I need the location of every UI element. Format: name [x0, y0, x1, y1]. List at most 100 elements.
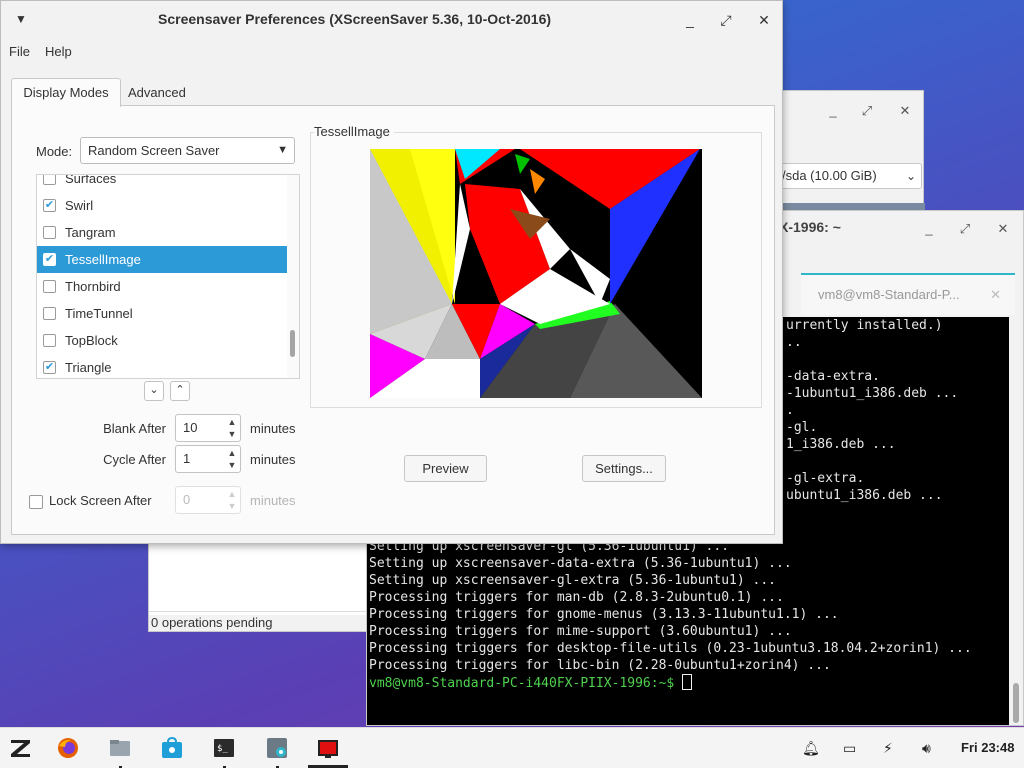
list-item-checkbox[interactable]	[43, 307, 56, 320]
tab-display-modes[interactable]: Display Modes	[11, 78, 121, 107]
list-item-label: Thornbird	[65, 279, 121, 294]
close-icon[interactable]: ✕	[755, 11, 773, 29]
cycle-after-units: minutes	[250, 452, 296, 467]
title-bar: ▼ Screensaver Preferences (XScreenSaver …	[1, 1, 782, 39]
cycle-after-label: Cycle After	[103, 452, 166, 467]
window-title: Screensaver Preferences (XScreenSaver 5.…	[158, 11, 552, 27]
decrement-icon[interactable]: ▼	[226, 459, 238, 471]
files-icon[interactable]	[109, 737, 131, 768]
display-modes-panel: Mode: Random Screen Saver ▼ Surfaces ✔ Swi…	[11, 105, 775, 535]
terminal-line: Processing triggers for mime-support (3.…	[369, 624, 792, 639]
list-item-checkbox[interactable]	[43, 226, 56, 239]
minimize-icon[interactable]: _	[681, 11, 699, 29]
zorin-menu-icon[interactable]	[8, 737, 30, 759]
screensaver-icon[interactable]	[317, 737, 339, 759]
maximize-icon[interactable]: ⤢	[859, 103, 875, 119]
list-item[interactable]: TimeTunnel	[37, 300, 287, 327]
list-item-label: Swirl	[65, 198, 94, 213]
preview-title: TessellImage	[314, 124, 394, 139]
mode-select[interactable]: Random Screen Saver ▼	[80, 137, 295, 164]
list-item-checkbox[interactable]	[43, 280, 56, 293]
list-item-checkbox[interactable]: ✔	[43, 253, 56, 266]
notifications-icon[interactable]: 🔔︎	[802, 740, 820, 757]
list-item[interactable]: Surfaces	[37, 174, 287, 192]
screensaver-preferences-window: ▼ Screensaver Preferences (XScreenSaver …	[0, 0, 783, 544]
increment-icon[interactable]: ▲	[226, 447, 238, 459]
list-item-label: Triangle	[65, 360, 112, 375]
lock-after-units: minutes	[250, 493, 296, 508]
maximize-icon[interactable]: ⤢	[717, 11, 735, 29]
list-item-label: TopBlock	[65, 333, 118, 348]
display-icon[interactable]: ▭	[843, 740, 856, 757]
minimize-icon[interactable]: _	[921, 221, 937, 237]
menu-file[interactable]: File	[9, 44, 30, 59]
terminal-line: Processing triggers for desktop-file-uti…	[369, 641, 972, 656]
settings-icon[interactable]	[266, 737, 288, 768]
list-item-checkbox[interactable]	[43, 175, 56, 185]
chevron-down-icon: ▼	[277, 144, 288, 156]
list-scrollbar[interactable]	[287, 175, 299, 378]
list-item[interactable]: ✔ TessellImage	[37, 246, 287, 273]
list-item[interactable]: ✔ Triangle	[37, 354, 287, 378]
blank-after-units: minutes	[250, 421, 296, 436]
terminal-title: X-1996: ~	[779, 219, 841, 235]
tab-advanced[interactable]: Advanced	[128, 80, 208, 106]
window-menu-icon[interactable]: ▼	[15, 12, 27, 26]
move-up-button[interactable]: ⌃	[170, 381, 190, 401]
close-tab-icon[interactable]: ✕	[990, 275, 1001, 315]
blank-after-value: 10	[183, 420, 198, 435]
mode-value: Random Screen Saver	[88, 143, 220, 158]
list-item-label: Surfaces	[65, 174, 117, 186]
preview-button[interactable]: Preview	[404, 455, 487, 482]
list-item-checkbox[interactable]: ✔	[43, 199, 56, 212]
close-icon[interactable]: ✕	[995, 221, 1011, 237]
terminal-scrollbar[interactable]	[1009, 317, 1023, 725]
list-item[interactable]: Thornbird	[37, 273, 287, 300]
taskbar: $_ 🔔︎ ▭ ⚡︎ 🔊︎ Fri 23:48	[0, 727, 1024, 768]
terminal-prompt: vm8@vm8-Standard-PC-i440FX-PIIX-1996:~$	[369, 676, 683, 691]
settings-button[interactable]: Settings...	[582, 455, 666, 482]
list-item[interactable]: ✔ Swirl	[37, 192, 287, 219]
list-item[interactable]: TopBlock	[37, 327, 287, 354]
terminal-tab[interactable]: vm8@vm8-Standard-P... ✕	[801, 273, 1015, 315]
screensaver-list[interactable]: Surfaces ✔ Swirl Tangram ✔ TessellImage Thornb…	[36, 174, 300, 379]
software-store-icon[interactable]	[161, 736, 183, 759]
device-selector[interactable]: /sda (10.00 GiB) ⌄	[777, 163, 922, 189]
terminal-cursor	[682, 674, 693, 690]
blank-after-spinner[interactable]: 10 ▲ ▼	[175, 414, 241, 442]
screensaver-preview-image	[370, 149, 702, 398]
list-item-label: Tangram	[65, 225, 116, 240]
lock-screen-label: Lock Screen After	[49, 493, 152, 508]
lock-after-spinner[interactable]: 0 ▲ ▼	[175, 486, 241, 514]
list-item[interactable]: Tangram	[37, 219, 287, 246]
list-item-checkbox[interactable]: ✔	[43, 361, 56, 374]
clock[interactable]: Fri 23:48	[961, 740, 1014, 755]
volume-icon[interactable]: 🔊︎	[922, 740, 931, 757]
move-down-button[interactable]: ⌄	[144, 381, 164, 401]
increment-icon: ▲	[227, 489, 237, 499]
list-item-checkbox[interactable]	[43, 334, 56, 347]
lock-screen-checkbox[interactable]	[29, 495, 43, 509]
cycle-after-value: 1	[183, 451, 191, 466]
terminal-line: Processing triggers for libc-bin (2.28-0…	[369, 658, 831, 673]
operations-status: 0 operations pending	[149, 611, 369, 633]
blank-after-label: Blank After	[103, 421, 166, 436]
terminal-icon[interactable]: $_	[213, 737, 235, 768]
power-icon[interactable]: ⚡︎	[883, 740, 893, 757]
mode-label: Mode:	[36, 144, 73, 159]
menu-help[interactable]: Help	[45, 44, 72, 59]
cycle-after-spinner[interactable]: 1 ▲ ▼	[175, 445, 241, 473]
device-label: /sda (10.00 GiB)	[782, 168, 877, 183]
lock-after-value: 0	[183, 492, 191, 507]
terminal-line: Setting up xscreensaver-gl-extra (5.36-1…	[369, 573, 776, 588]
list-item-label: TessellImage	[65, 252, 141, 267]
chevron-down-icon: ⌄	[905, 169, 916, 183]
terminal-line: Setting up xscreensaver-data-extra (5.36…	[369, 556, 792, 571]
close-icon[interactable]: ✕	[897, 103, 913, 119]
decrement-icon[interactable]: ▼	[226, 428, 238, 440]
terminal-line: Processing triggers for gnome-menus (3.1…	[369, 607, 839, 622]
minimize-icon[interactable]: _	[825, 103, 841, 119]
increment-icon[interactable]: ▲	[226, 416, 238, 428]
maximize-icon[interactable]: ⤢	[957, 221, 973, 237]
firefox-icon[interactable]	[57, 737, 79, 759]
